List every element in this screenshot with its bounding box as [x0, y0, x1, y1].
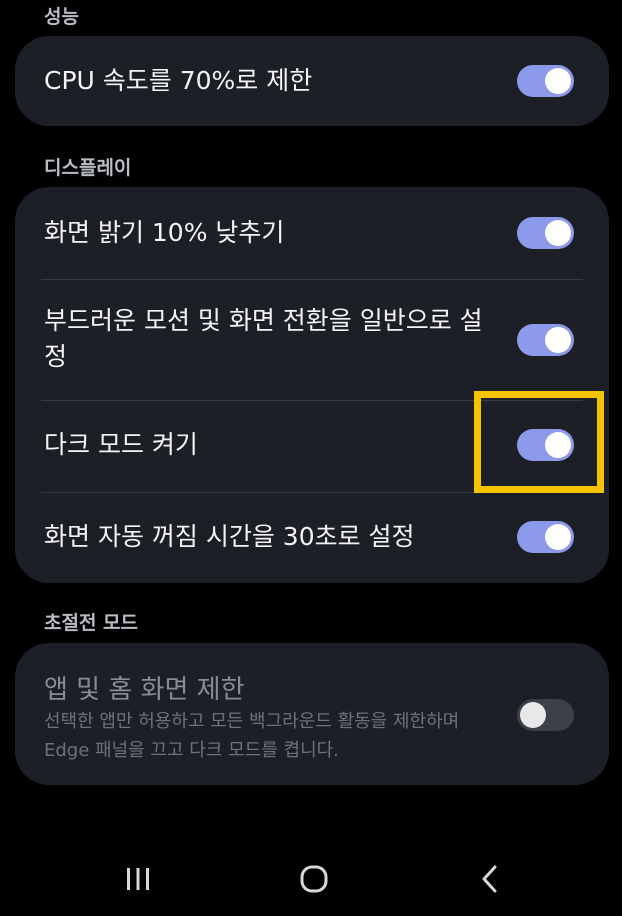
setting-label: 화면 밝기 10% 낮추기: [44, 218, 285, 247]
navigation-bar: [0, 835, 622, 916]
home-icon: [300, 865, 328, 893]
toggle-knob: [520, 702, 546, 728]
recents-icon: [127, 868, 149, 890]
performance-card: CPU 속도를 70%로 제한: [15, 36, 609, 126]
setting-label: 다크 모드 켜기: [44, 430, 198, 459]
toggle-knob: [545, 524, 571, 550]
setting-label: 화면 자동 꺼짐 시간을 30초로 설정: [44, 522, 415, 551]
display-card: 화면 밝기 10% 낮추기 부드러운 모션 및 화면 전환을 일반으로 설정 다…: [15, 187, 609, 583]
recents-button[interactable]: [120, 863, 156, 895]
section-label-ultra-saving: 초절전 모드: [44, 612, 139, 634]
cpu-limit-toggle[interactable]: [517, 65, 574, 97]
back-icon: [482, 865, 497, 893]
motion-toggle[interactable]: [517, 324, 574, 356]
setting-label: CPU 속도를 70%로 제한: [44, 66, 313, 95]
brightness-toggle[interactable]: [517, 217, 574, 249]
back-button[interactable]: [474, 863, 506, 895]
section-label-display: 디스플레이: [44, 157, 132, 179]
section-label-performance: 성능: [44, 6, 79, 28]
toggle-knob: [545, 68, 571, 94]
ultra-saving-title: 앱 및 홈 화면 제한: [44, 675, 245, 705]
setting-row-cpu-limit[interactable]: CPU 속도를 70%로 제한: [15, 36, 609, 126]
setting-label: 부드러운 모션 및 화면 전환을 일반으로 설정: [44, 306, 483, 371]
toggle-knob: [545, 220, 571, 246]
setting-row-screen-timeout[interactable]: 화면 자동 꺼짐 시간을 30초로 설정: [15, 493, 609, 583]
highlight-box: [474, 391, 604, 493]
setting-row-brightness[interactable]: 화면 밝기 10% 낮추기: [15, 187, 609, 279]
ultra-saving-description: 선택한 앱만 허용하고 모든 백그라운드 활동을 제한하며 Edge 패널을 끄…: [44, 711, 460, 761]
ultra-saving-toggle[interactable]: [517, 699, 574, 731]
ultra-saving-card[interactable]: 앱 및 홈 화면 제한 선택한 앱만 허용하고 모든 백그라운드 활동을 제한하…: [15, 643, 609, 785]
home-button[interactable]: [296, 863, 332, 895]
screen-timeout-toggle[interactable]: [517, 521, 574, 553]
toggle-knob: [545, 327, 571, 353]
setting-row-motion[interactable]: 부드러운 모션 및 화면 전환을 일반으로 설정: [15, 280, 609, 400]
